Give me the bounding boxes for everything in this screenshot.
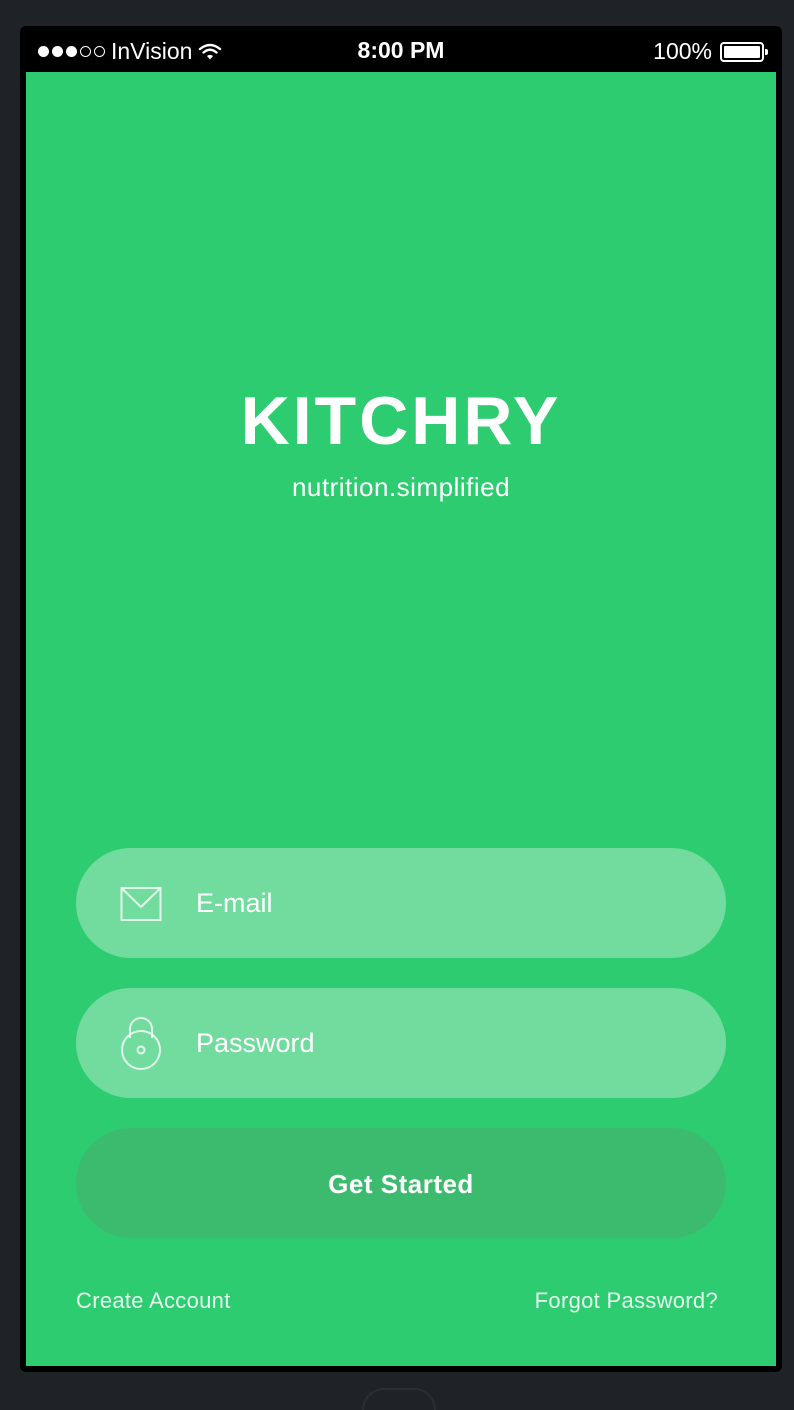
status-bar: InVision 8:00 PM 100% [26, 30, 776, 72]
battery-icon [720, 41, 768, 62]
email-input[interactable] [196, 848, 686, 958]
login-screen: KITCHRY nutrition.simplified Get Started… [26, 72, 776, 1366]
password-input[interactable] [196, 988, 686, 1098]
envelope-icon [120, 887, 162, 921]
home-button-edge [362, 1388, 436, 1410]
create-account-link[interactable]: Create Account [76, 1288, 231, 1314]
padlock-icon [121, 1017, 161, 1070]
forgot-password-link[interactable]: Forgot Password? [535, 1288, 718, 1314]
app-logo-title: KITCHRY [240, 383, 562, 459]
email-field[interactable] [76, 848, 726, 958]
get-started-button[interactable]: Get Started [76, 1128, 726, 1238]
app-tagline: nutrition.simplified [291, 472, 511, 502]
battery-percentage: 100% [653, 38, 712, 64]
status-bar-right: 100% [653, 38, 768, 65]
password-field[interactable] [76, 988, 726, 1098]
